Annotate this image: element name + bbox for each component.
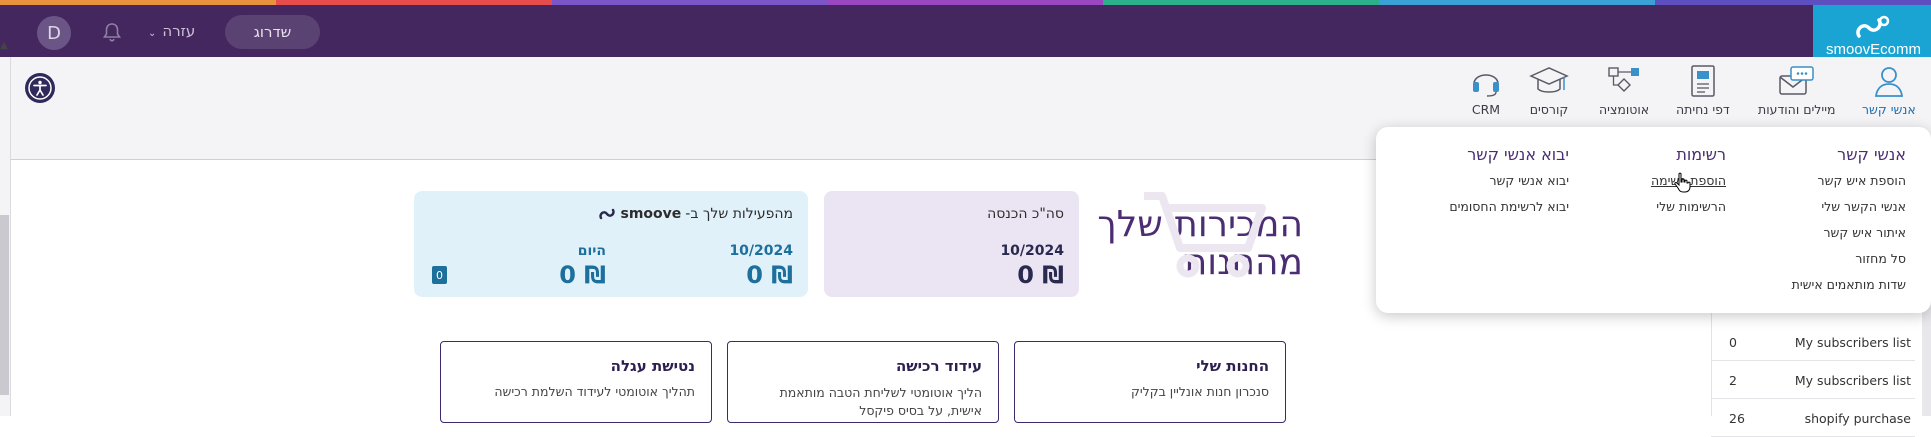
list-name: shopify purchase (1804, 411, 1911, 426)
card-title: סה"כ הכנסה (987, 206, 1064, 222)
dropdown-heading-lists: רשימות (1676, 145, 1726, 164)
smoove-mini-logo-icon (598, 208, 615, 220)
list-count: 2 (1729, 373, 1737, 388)
menu-item-my-lists[interactable]: הרשימות שלי (1656, 199, 1726, 214)
tile-title: החנות שלי (1196, 357, 1269, 375)
tile-desc: תהליך אוטומטי לעידוד השלמת רכישה (494, 384, 695, 399)
email-messages-icon (1779, 66, 1814, 95)
upgrade-label: שדרוג (253, 23, 292, 41)
nav-crm[interactable]: CRM (1470, 64, 1502, 117)
shopping-cart-icon (1144, 192, 1266, 278)
menu-item-recycle-bin[interactable]: סל מחזור (1855, 251, 1906, 266)
tile-title: עידוד רכישה (895, 357, 982, 375)
dropdown-heading-contacts: אנשי קשר (1837, 145, 1906, 164)
landing-page-icon (1691, 65, 1715, 97)
contacts-dropdown-menu: אנשי קשר הוספת איש קשר אנשי הקשר שלי אית… (1376, 127, 1931, 313)
month-amount: 0 ₪ (746, 261, 793, 289)
card-date: 10/2024 (1000, 243, 1064, 259)
contact-person-icon (1874, 67, 1903, 97)
tile-my-store[interactable]: החנות שלי סנכרון חנות אונליין בקליק (1014, 341, 1286, 423)
nav-label: אוטומציה (1599, 102, 1650, 117)
tile-cart-abandonment[interactable]: נטישת עגלה תהליך אוטומטי לעידוד השלמת רכ… (440, 341, 712, 423)
chevron-down-icon: ⌄ (148, 28, 157, 39)
headset-icon (1473, 74, 1499, 97)
nav-label: מיילים והודעות (1758, 102, 1836, 117)
list-item[interactable]: shopify purchase 26 (1711, 399, 1915, 437)
menu-item-import-contacts[interactable]: יבוא אנשי קשר (1489, 173, 1569, 188)
total-income-card: סה"כ הכנסה 10/2024 0 ₪ (824, 191, 1079, 297)
logo[interactable]: smoovEcomm (1813, 5, 1931, 58)
smoove-logo-icon (1856, 15, 1890, 38)
activity-card: מהפעילות שלך ב- smoove 10/2024 0 ₪ היום … (414, 191, 808, 297)
left-scrollbar[interactable] (0, 215, 9, 395)
list-item[interactable]: My subscribers list 0 (1711, 323, 1915, 361)
hand-cursor-icon (1674, 172, 1691, 193)
tile-desc: הליך אוטומטי לשליחת הטבה מותאמת אישית, ע… (779, 385, 982, 418)
nav-courses[interactable]: קורסים (1529, 64, 1569, 117)
list-name: My subscribers list (1794, 373, 1911, 388)
dropdown-heading-import: יבוא אנשי קשר (1467, 145, 1569, 164)
nav-label: אנשי קשר (1862, 102, 1916, 117)
list-count: 0 (1729, 335, 1737, 350)
nav-label: קורסים (1529, 102, 1569, 117)
card-title-prefix: מהפעילות שלך ב- (685, 206, 793, 222)
upgrade-button[interactable]: שדרוג (225, 15, 320, 49)
nav-automation[interactable]: אוטומציה (1599, 64, 1649, 117)
bell-icon[interactable] (101, 21, 123, 47)
menu-item-my-contacts[interactable]: אנשי הקשר שלי (1821, 199, 1906, 214)
automation-icon (1608, 67, 1640, 92)
today-amount: 0 ₪ (559, 261, 606, 289)
menu-item-custom-fields[interactable]: שדות מותאמים אישית (1792, 277, 1906, 292)
accessibility-icon[interactable] (25, 73, 55, 103)
card-title-brand: smoove (620, 206, 682, 222)
nav-emails[interactable]: מיילים והודעות (1758, 64, 1836, 117)
month-date: 10/2024 (729, 243, 793, 259)
tile-title: נטישת עגלה (610, 357, 695, 375)
card-amount: 0 ₪ (1017, 261, 1064, 289)
logo-text: smoovEcomm (1825, 41, 1921, 58)
today-badge: 0 (432, 266, 447, 284)
list-item[interactable]: My subscribers list 2 (1711, 361, 1915, 399)
list-count: 26 (1729, 411, 1745, 426)
avatar-initial: D (47, 22, 61, 44)
list-name: My subscribers list (1794, 335, 1911, 350)
collapse-arrow-icon[interactable]: ▲ (0, 40, 8, 51)
nav-contacts[interactable]: אנשי קשר (1862, 64, 1916, 117)
menu-item-find-contact[interactable]: איתור איש קשר (1823, 225, 1906, 240)
tile-purchase-incentive[interactable]: עידוד רכישה הליך אוטומטי לשליחת הטבה מות… (727, 341, 999, 423)
help-menu[interactable]: ⌄ עזרה (148, 22, 195, 40)
nav-label: דפי נחיתה (1676, 102, 1730, 117)
tile-desc: סנכרון חנות אונליין בקליק (1130, 384, 1269, 399)
today-label: היום (577, 243, 606, 259)
menu-item-import-blocked[interactable]: יבוא לרשימת החסומים (1449, 199, 1569, 214)
nav-label: CRM (1471, 102, 1501, 117)
graduation-cap-icon (1529, 67, 1569, 93)
menu-item-add-contact[interactable]: הוספת איש קשר (1818, 173, 1906, 188)
avatar[interactable]: D (37, 16, 71, 50)
nav-landing-pages[interactable]: דפי נחיתה (1676, 64, 1730, 117)
card-title: מהפעילות שלך ב- smoove (598, 206, 793, 222)
help-label: עזרה (162, 22, 196, 40)
